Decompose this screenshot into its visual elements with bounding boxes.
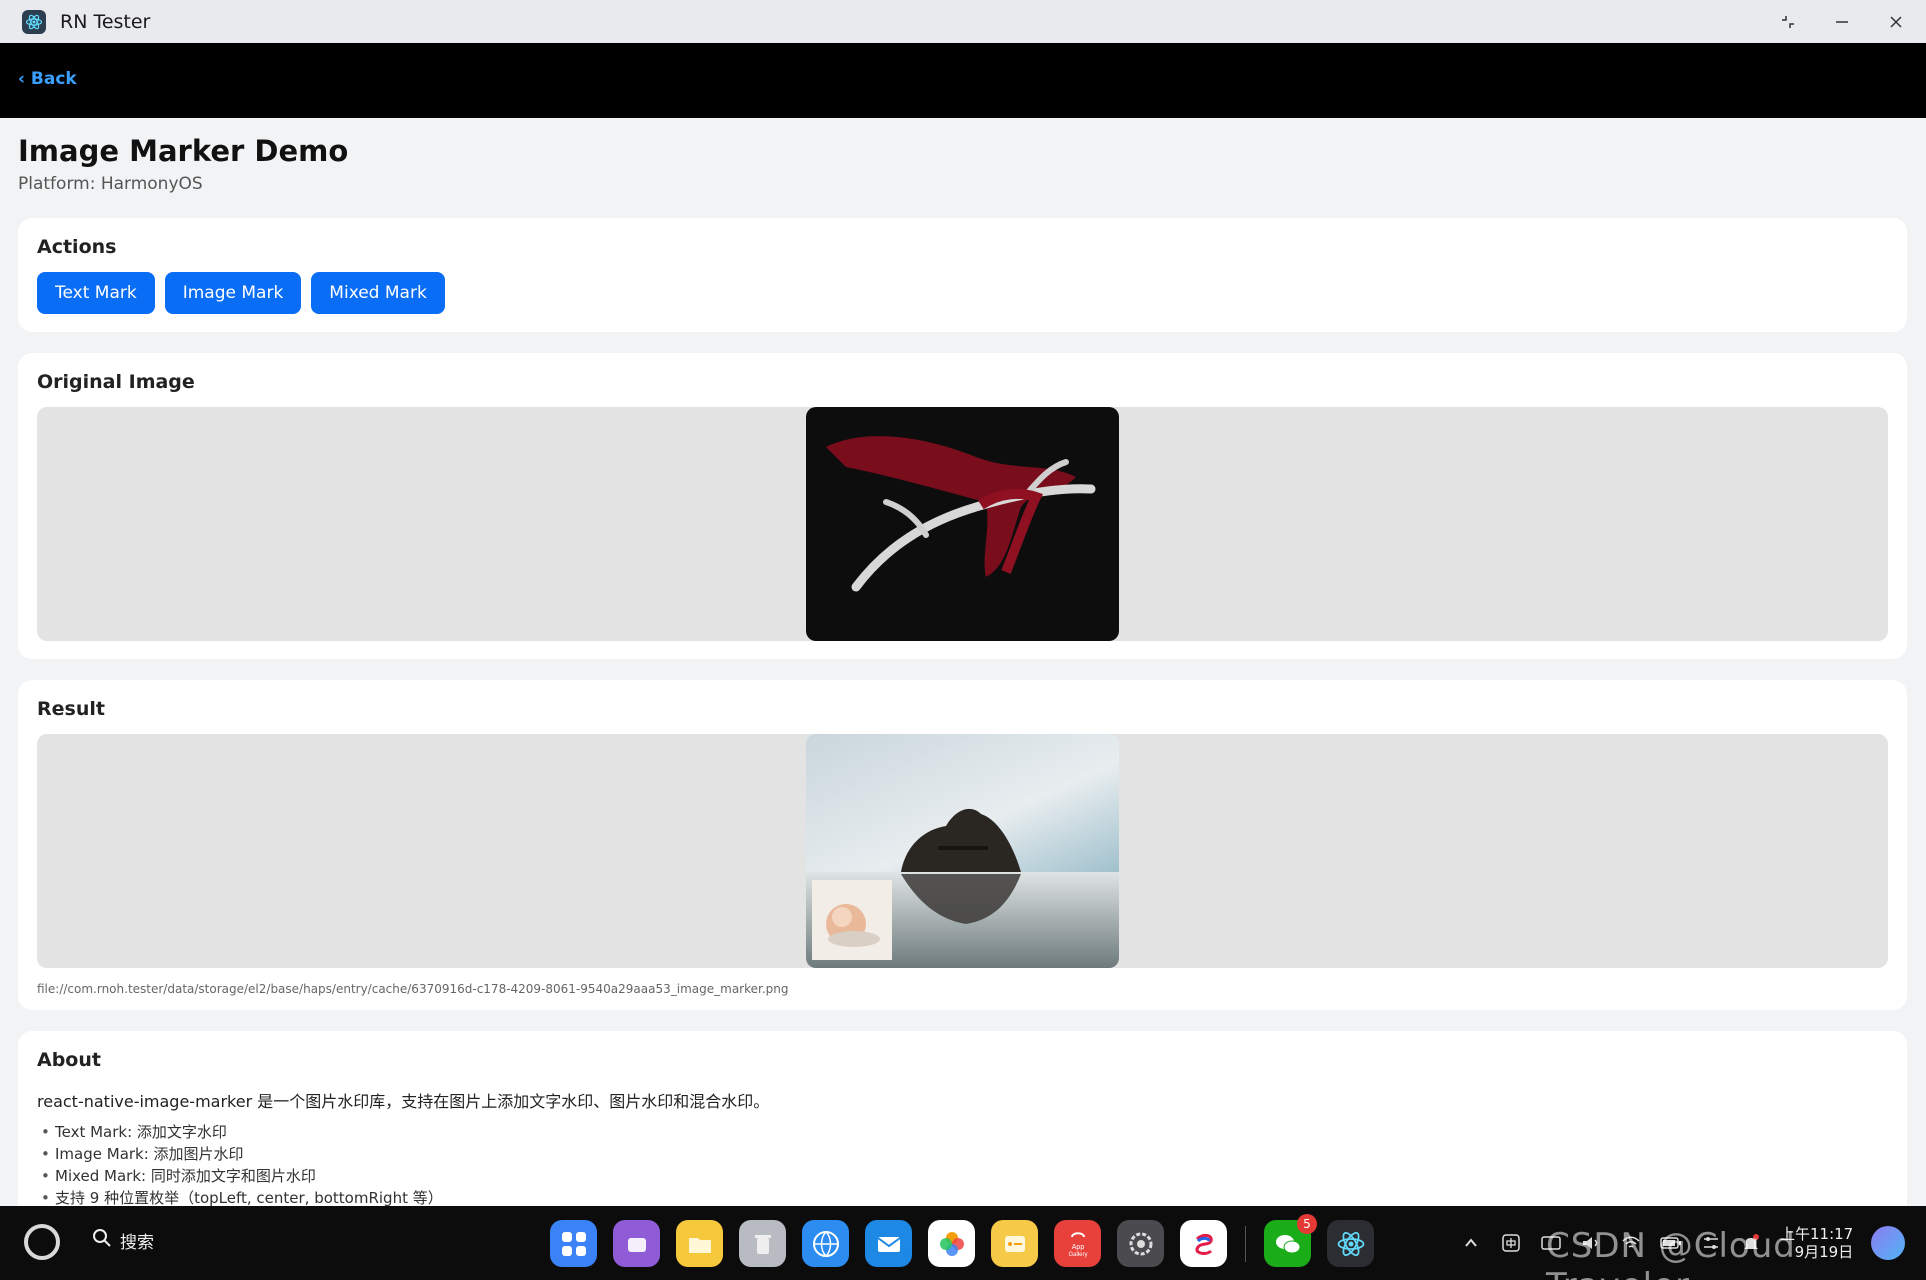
react-app-icon	[22, 9, 46, 34]
svg-text:Gallery: Gallery	[1068, 1252, 1087, 1258]
settings-icon[interactable]	[1117, 1220, 1164, 1267]
svg-text:App: App	[1071, 1244, 1084, 1251]
original-image-container	[37, 407, 1888, 641]
close-icon[interactable]	[1886, 12, 1906, 32]
browser-icon[interactable]	[802, 1220, 849, 1267]
app-gallery-icon[interactable]: App Gallery	[1054, 1220, 1101, 1267]
trash-icon[interactable]	[739, 1220, 786, 1267]
back-button[interactable]: ‹ Back	[18, 69, 77, 89]
chevron-up-icon[interactable]	[1460, 1232, 1482, 1254]
rn-tester-icon[interactable]	[1327, 1220, 1374, 1267]
search-icon	[92, 1228, 112, 1253]
original-image-title: Original Image	[37, 371, 195, 393]
list-item: Image Mark: 添加图片水印	[37, 1143, 443, 1165]
input-method-icon[interactable]	[1500, 1232, 1522, 1254]
start-button[interactable]	[24, 1224, 60, 1260]
actions-card: Actions Text Mark Image Mark Mixed Mark	[18, 218, 1907, 332]
minimize-icon[interactable]	[1832, 12, 1852, 32]
list-item: Mixed Mark: 同时添加文字和图片水印	[37, 1165, 443, 1187]
list-item: 支持 9 种位置枚举（topLeft, center, bottomRight …	[37, 1187, 443, 1206]
restore-icon[interactable]	[1778, 12, 1798, 32]
original-image-card: Original Image	[18, 353, 1907, 659]
window-title: RN Tester	[60, 10, 151, 33]
dev-tool-icon[interactable]	[1180, 1220, 1227, 1267]
feature-list: Text Mark: 添加文字水印 Image Mark: 添加图片水印 Mix…	[37, 1121, 443, 1206]
about-description: react-native-image-marker 是一个图片水印库，支持在图片…	[37, 1092, 770, 1111]
mixed-mark-button[interactable]: Mixed Mark	[311, 272, 445, 314]
about-card: About react-native-image-marker 是一个图片水印库…	[18, 1031, 1907, 1206]
csdn-watermark: CSDN @Cloud Traveler	[1546, 1226, 1796, 1280]
result-image	[806, 734, 1119, 968]
result-title: Result	[37, 698, 105, 720]
wechat-badge: 5	[1297, 1214, 1317, 1234]
dock: App Gallery 5	[550, 1214, 1374, 1267]
text-mark-button[interactable]: Text Mark	[37, 272, 155, 314]
notes-icon[interactable]	[991, 1220, 1038, 1267]
result-card: Result file://com.rnoh.tester/data/stora…	[18, 680, 1907, 1010]
photos-icon[interactable]	[928, 1220, 975, 1267]
search-label: 搜索	[120, 1233, 154, 1253]
list-item: Text Mark: 添加文字水印	[37, 1121, 443, 1143]
result-image-container	[37, 734, 1888, 968]
page-title: Image Marker Demo	[18, 134, 349, 168]
multitask-icon[interactable]	[613, 1220, 660, 1267]
files-icon[interactable]	[676, 1220, 723, 1267]
app-header: ‹ Back	[0, 43, 1926, 118]
wechat-icon[interactable]: 5	[1264, 1214, 1317, 1267]
image-mark-button[interactable]: Image Mark	[164, 272, 302, 314]
window-titlebar: RN Tester	[0, 0, 1926, 43]
main-content: Image Marker Demo Platform: HarmonyOS Ac…	[0, 118, 1926, 1206]
app-launcher-icon[interactable]	[550, 1220, 597, 1267]
about-title: About	[37, 1049, 101, 1071]
taskbar-search[interactable]: 搜索	[92, 1228, 154, 1253]
platform-label: Platform: HarmonyOS	[18, 174, 203, 194]
actions-title: Actions	[37, 236, 117, 258]
original-image	[806, 407, 1119, 641]
dock-separator	[1245, 1225, 1246, 1262]
mail-icon[interactable]	[865, 1220, 912, 1267]
result-file-path: file://com.rnoh.tester/data/storage/el2/…	[37, 982, 789, 996]
